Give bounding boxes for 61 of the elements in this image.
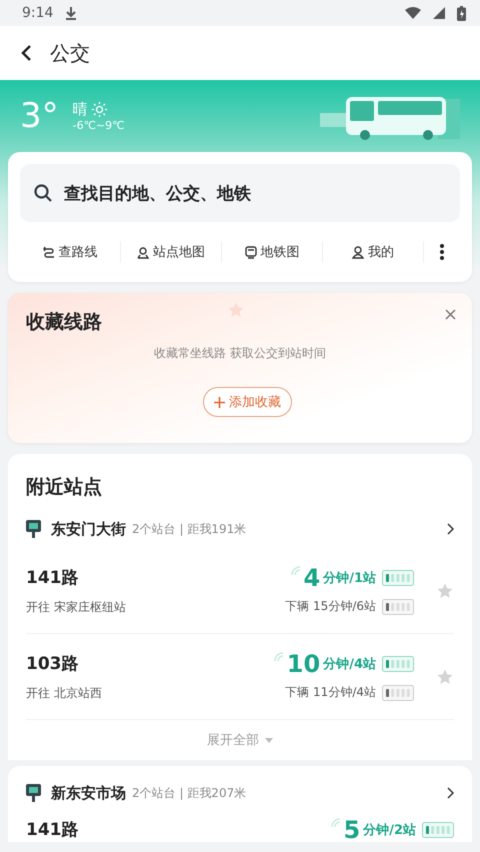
search-field[interactable]: 查找目的地、公交、地铁 [20, 164, 460, 222]
live-signal-icon [330, 818, 340, 828]
back-icon[interactable] [20, 44, 32, 62]
route-name: 141路 [26, 819, 80, 841]
star-icon [227, 301, 245, 319]
sun-icon [92, 102, 107, 117]
station-info: 2个站台 | 距我191米 [132, 520, 246, 538]
route-name: 141路 [26, 566, 80, 588]
eta-minutes: 4 [304, 566, 320, 590]
eta-detail: 分钟/1站 [323, 570, 376, 587]
next-bus: 下辆 11分钟/4站 [285, 684, 376, 701]
station-name: 东安门大街 [51, 520, 126, 538]
eta-minutes: 10 [286, 652, 320, 676]
route-name: 103路 [26, 652, 80, 674]
eta-detail: 分钟/4站 [323, 656, 376, 673]
weather-condition: 晴 [72, 100, 88, 119]
bus-stop-icon [26, 784, 41, 802]
temperature-range: -6℃~9℃ [72, 119, 125, 132]
temperature: 3° [20, 96, 59, 136]
shortcut-button[interactable]: 我的 [323, 241, 424, 263]
page-title: 公交 [50, 40, 90, 66]
favorites-title: 收藏线路 [26, 310, 102, 335]
station-name: 新东安市场 [51, 784, 126, 802]
signal-icon [433, 7, 445, 19]
location-pin-icon [137, 246, 149, 258]
crowding-icon [382, 598, 414, 614]
battery-icon [457, 6, 466, 20]
crowding-icon [382, 684, 414, 700]
eta-minutes: 5 [344, 818, 360, 842]
live-signal-icon [274, 652, 284, 662]
next-bus: 下辆 15分钟/6站 [285, 598, 376, 615]
route-direction: 开往 宋家庄枢纽站 [26, 598, 127, 616]
section-title: 附近站点 [26, 475, 103, 500]
search-icon [34, 184, 52, 202]
live-signal-icon [290, 566, 300, 576]
download-icon [65, 6, 78, 20]
bus-stop-icon [26, 520, 41, 538]
eta-detail: 分钟/2站 [363, 822, 416, 839]
star-icon[interactable] [436, 582, 454, 600]
star-icon[interactable] [436, 668, 454, 686]
favorites-hint: 收藏常坐线路 获取公交到站时间 [153, 345, 327, 362]
shortcut-button[interactable]: 地铁图 [222, 241, 323, 263]
shortcut-button[interactable]: 站点地图 [121, 241, 222, 263]
wifi-icon [405, 7, 421, 19]
more-icon[interactable] [440, 244, 444, 260]
crowding-icon [382, 656, 414, 672]
train-icon [244, 246, 256, 258]
route-icon [42, 246, 54, 258]
chevron-right-icon[interactable] [447, 523, 454, 535]
crowding-icon [422, 822, 454, 838]
person-icon [352, 246, 364, 258]
add-favorite-button[interactable]: 添加收藏 [203, 387, 292, 417]
route-direction: 开往 北京站西 [26, 684, 103, 702]
chevron-right-icon[interactable] [447, 787, 454, 799]
close-icon[interactable] [445, 309, 456, 320]
status-time: 9:14 [22, 5, 54, 21]
caret-icon [265, 738, 273, 742]
shortcut-button[interactable]: 查路线 [20, 241, 121, 263]
station-info: 2个站台 | 距我207米 [132, 784, 246, 802]
plus-icon [214, 396, 225, 408]
crowding-icon [382, 570, 414, 586]
